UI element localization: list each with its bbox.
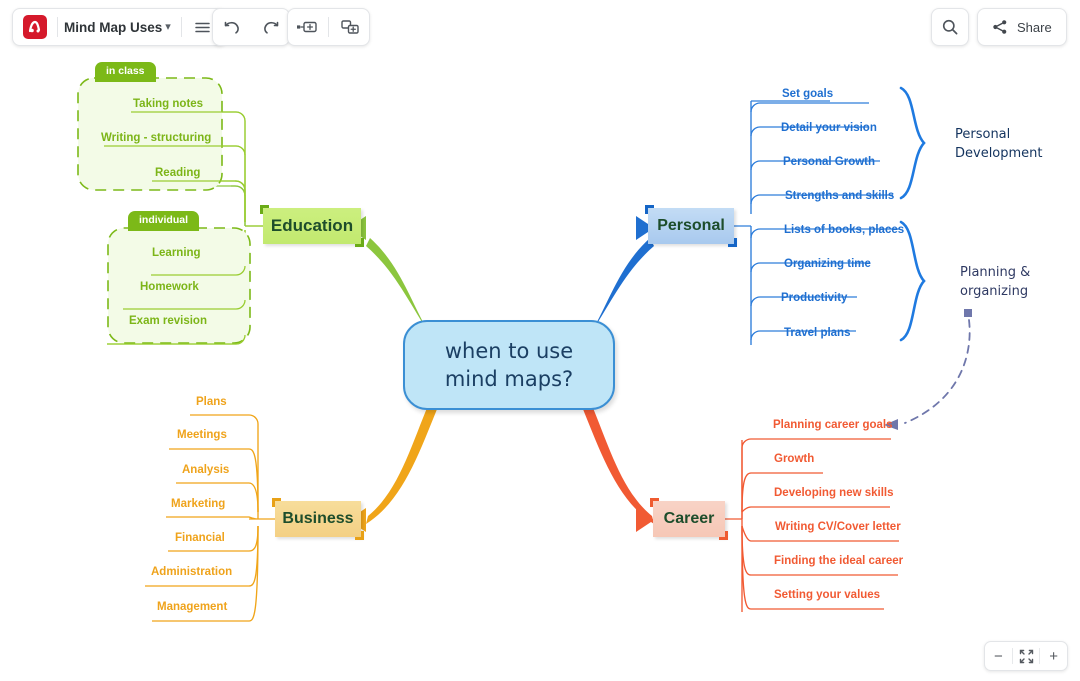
boundary-label-line2: organizing bbox=[960, 283, 1029, 299]
central-topic-line1: when to use bbox=[444, 338, 574, 363]
boundary-label-line1: Personal bbox=[955, 127, 1011, 142]
subtopic-detail-your-vision[interactable]: Detail your vision bbox=[781, 122, 877, 135]
subtopic-exam-revision[interactable]: Exam revision bbox=[129, 315, 207, 328]
subtopic-financial[interactable]: Financial bbox=[175, 532, 225, 545]
subtopic-reading[interactable]: Reading bbox=[155, 167, 200, 180]
topic-personal[interactable]: Personal bbox=[645, 205, 737, 247]
corner-bracket bbox=[650, 498, 659, 507]
subtopic-meetings[interactable]: Meetings bbox=[177, 429, 227, 442]
topic-career-label: Career bbox=[663, 510, 715, 527]
topic-education-label: Education bbox=[270, 216, 354, 235]
zoom-in-button[interactable]: + bbox=[1040, 642, 1067, 670]
subtopic-planning-career-goals[interactable]: Planning career goals bbox=[773, 419, 893, 432]
branch-career bbox=[580, 396, 654, 524]
subtopic-setting-your-values[interactable]: Setting your values bbox=[774, 589, 880, 602]
subtopic-learning[interactable]: Learning bbox=[152, 247, 201, 260]
subtopic-analysis[interactable]: Analysis bbox=[182, 464, 229, 477]
topic-career[interactable]: Career bbox=[650, 498, 728, 540]
cross-link-start-handle bbox=[964, 309, 972, 317]
subtopic-developing-new-skills[interactable]: Developing new skills bbox=[774, 487, 894, 500]
subtopic-administration[interactable]: Administration bbox=[151, 566, 232, 579]
cross-link-connector bbox=[904, 319, 971, 424]
zoom-controls: − + bbox=[984, 641, 1068, 671]
topic-business-label: Business bbox=[282, 510, 354, 527]
subtopic-marketing[interactable]: Marketing bbox=[171, 498, 225, 511]
branch-business bbox=[366, 396, 440, 524]
subtopic-productivity[interactable]: Productivity bbox=[781, 292, 847, 305]
subtopic-writing-cv-cover-letter[interactable]: Writing CV/Cover letter bbox=[775, 521, 901, 534]
subtopic-lists-of-books-places[interactable]: Lists of books, places bbox=[784, 224, 904, 237]
corner-bracket bbox=[272, 498, 281, 507]
boundary-label-line1: Planning & bbox=[960, 265, 1031, 280]
subtopic-plans[interactable]: Plans bbox=[196, 396, 227, 409]
topic-education[interactable]: Education bbox=[260, 205, 364, 247]
subtopic-personal-growth[interactable]: Personal Growth bbox=[783, 156, 875, 169]
boundary-personal-development bbox=[899, 86, 926, 200]
mindmap-app: Mind Map Uses ▾ Share in class individua… bbox=[0, 0, 1080, 681]
topic-business[interactable]: Business bbox=[272, 498, 364, 540]
corner-bracket bbox=[645, 205, 654, 214]
boundary-label-personal-development[interactable]: Personal Development bbox=[955, 126, 1043, 164]
topic-personal-label: Personal bbox=[657, 217, 725, 234]
corner-bracket bbox=[719, 531, 728, 540]
subtopic-writing-structuring[interactable]: Writing - structuring bbox=[101, 132, 211, 145]
group-badge-individual[interactable]: individual bbox=[128, 211, 200, 231]
subtopic-strengths-and-skills[interactable]: Strengths and skills bbox=[785, 190, 894, 203]
zoom-out-button[interactable]: − bbox=[985, 642, 1012, 670]
corner-bracket bbox=[355, 531, 364, 540]
subtopic-taking-notes[interactable]: Taking notes bbox=[133, 98, 203, 111]
group-badge-in-class[interactable]: in class bbox=[95, 62, 156, 82]
corner-bracket bbox=[728, 238, 737, 247]
mindmap-canvas[interactable]: in class individual when to use mind map… bbox=[0, 0, 1080, 681]
subtopic-travel-plans[interactable]: Travel plans bbox=[784, 327, 850, 340]
fit-to-screen-icon[interactable] bbox=[1013, 642, 1040, 670]
central-topic-line2: mind maps? bbox=[444, 367, 574, 391]
boundary-label-planning-organizing[interactable]: Planning & organizing bbox=[960, 264, 1030, 302]
subtopic-growth[interactable]: Growth bbox=[774, 453, 814, 466]
corner-bracket bbox=[260, 205, 269, 214]
central-topic[interactable]: when to use mind maps? bbox=[403, 320, 615, 410]
subtopic-finding-the-ideal-career[interactable]: Finding the ideal career bbox=[774, 555, 903, 568]
boundary-label-line2: Development bbox=[955, 145, 1043, 161]
subtopic-homework[interactable]: Homework bbox=[140, 281, 199, 294]
subtopic-set-goals[interactable]: Set goals bbox=[782, 88, 833, 101]
boundary-planning-organizing bbox=[899, 220, 926, 342]
corner-bracket bbox=[355, 238, 364, 247]
subtopic-organizing-time[interactable]: Organizing time bbox=[784, 258, 871, 271]
subtopic-management[interactable]: Management bbox=[157, 601, 227, 614]
